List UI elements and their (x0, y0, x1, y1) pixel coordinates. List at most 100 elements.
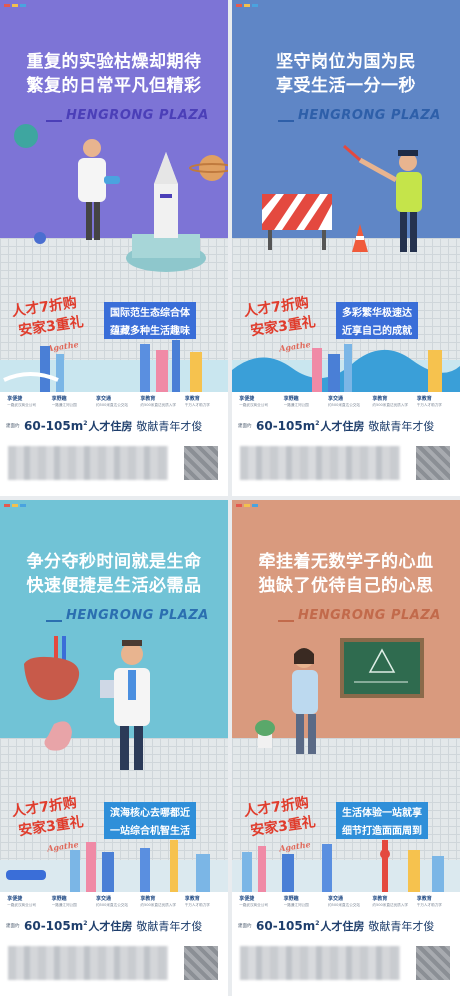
area-slogan: 敬献青年才俊 (136, 920, 203, 933)
small-planet-icon (34, 232, 46, 244)
area-label: 建面约 (238, 923, 252, 929)
brand-line (278, 120, 294, 122)
corner-marks (236, 504, 258, 507)
contact-footer (232, 936, 460, 996)
feature-tag-1: 国际范生态综合体 (104, 302, 196, 321)
area-product: 人才住房 (320, 920, 365, 933)
feature-tag-1: 多彩繁华极速达 (336, 302, 418, 321)
benefit-item: 享便捷 一路武汉商业公司 (239, 396, 268, 407)
traffic-police-figure-icon (343, 144, 422, 252)
doctor-figure-icon (100, 640, 150, 770)
feature-tag-2: 一站综合机智生活 (104, 820, 196, 839)
corner-marks (236, 4, 258, 7)
benefit-item: 享交通 约500米直达公交站 (327, 896, 360, 907)
organ-model-icon (24, 636, 80, 751)
scene-illustration (24, 636, 150, 770)
corner-marks (4, 4, 26, 7)
brand-name: HENGRONG PLAZA (298, 608, 441, 623)
headline-line-1: 坚守岗位为国为民 (276, 52, 416, 72)
corner-marks (4, 504, 26, 507)
area-product: 人才住房 (320, 420, 365, 433)
contact-footer (0, 936, 228, 996)
scientist-figure-icon (78, 139, 120, 240)
brand-name: HENGRONG PLAZA (298, 108, 441, 123)
blurred-info (8, 946, 168, 980)
area-range: 60-105m2 (24, 919, 88, 933)
benefits-row: 享便捷 一路武汉商业公司 享野趣 一路通江河公园 享交通 约500米直达公交站 享教育… (0, 392, 228, 416)
qr-code-icon (184, 946, 218, 980)
area-row: 建面约 60-105m2 人才住房 敬献青年才俊 (232, 916, 460, 936)
headline-line-2: 独缺了优待自己的心思 (258, 576, 434, 596)
feature-tag-2: 细节打造面面周到 (336, 820, 428, 839)
contact-footer (0, 436, 228, 496)
area-slogan: 敬献青年才俊 (368, 920, 435, 933)
brand-name: HENGRONG PLAZA (66, 108, 209, 123)
city-skyline (0, 340, 228, 392)
headline-line-1: 争分夺秒时间就是生命 (26, 552, 202, 572)
qr-code-icon (184, 446, 218, 480)
blurred-info (240, 446, 400, 480)
teacher-figure-icon (292, 648, 318, 754)
benefits-row: 享便捷 一路武汉商业公司 享野趣 一路通江河公园 享交通 约500米直达公交站 享教育… (232, 892, 460, 916)
qr-code-icon (416, 446, 450, 480)
scene-illustration (262, 144, 422, 252)
benefit-item: 享教育 千万人才助力学 (416, 396, 442, 407)
feature-tag-2: 蕴藏多种生活趣味 (104, 320, 196, 339)
headline: 坚守岗位为国为民 享受生活一分一秒 (232, 50, 460, 98)
area-label: 建面约 (238, 423, 252, 429)
benefits-row: 享便捷 一路武汉商业公司 享野趣 一路通江河公园 享交通 约500米直达公交站 享教育… (232, 392, 460, 416)
traffic-cone-icon (352, 224, 368, 252)
benefit-item: 享教育 约500米直达优质入学 (140, 396, 176, 407)
poster-teacher: 牵挂着无数学子的心血 独缺了优待自己的心思 HENGRONG PLAZA 人才7… (232, 500, 460, 996)
area-label: 建面约 (6, 423, 20, 429)
benefit-item: 享教育 千万人才助力学 (184, 396, 210, 407)
benefit-item: 享交通 约500米直达公交站 (95, 896, 128, 907)
benefit-item: 享便捷 一路武汉商业公司 (7, 896, 36, 907)
scene-illustration (255, 638, 424, 754)
benefit-item: 享野趣 一路通江河公园 (283, 896, 309, 907)
area-row: 建面约 60-105m2 人才住房 敬献青年才俊 (0, 916, 228, 936)
benefit-item: 享野趣 一路通江河公园 (283, 396, 309, 407)
area-range: 60-105m2 (24, 419, 88, 433)
area-product: 人才住房 (88, 920, 133, 933)
benefit-item: 享野趣 一路通江河公园 (51, 396, 77, 407)
blurred-info (8, 446, 168, 480)
poster-police: 坚守岗位为国为民 享受生活一分一秒 HENGRONG PLAZA 人才7折购 安… (232, 0, 460, 496)
area-row: 建面约 60-105m2 人才住房 敬献青年才俊 (232, 416, 460, 436)
benefit-item: 享便捷 一路武汉商业公司 (7, 396, 36, 407)
area-range: 60-105m2 (256, 419, 320, 433)
brand-line (46, 120, 62, 122)
benefit-item: 享教育 约500米直达优质入学 (140, 896, 176, 907)
area-range: 60-105m2 (256, 919, 320, 933)
area-label: 建面约 (6, 923, 20, 929)
feature-tag-1: 生活体验一站就享 (336, 802, 428, 821)
headline: 争分夺秒时间就是生命 快速便捷是生活必需品 (0, 550, 228, 598)
benefit-item: 享教育 千万人才助力学 (184, 896, 210, 907)
benefit-item: 享教育 千万人才助力学 (416, 896, 442, 907)
benefit-item: 享交通 约500米直达公交站 (327, 396, 360, 407)
brand-line (46, 620, 62, 622)
planet-icon (199, 155, 225, 181)
headline-line-1: 牵挂着无数学子的心血 (258, 552, 434, 572)
feature-tag-2: 近享自己的成就 (336, 320, 418, 339)
chalkboard-icon (340, 638, 424, 698)
benefits-row: 享便捷 一路武汉商业公司 享野趣 一路通江河公园 享交通 约500米直达公交站 享教育… (0, 892, 228, 916)
blurred-info (240, 946, 400, 980)
headline-line-2: 快速便捷是生活必需品 (26, 576, 202, 596)
benefit-item: 享教育 约500米直达优质入学 (372, 396, 408, 407)
benefit-item: 享交通 约500米直达公交站 (95, 396, 128, 407)
headline: 重复的实验枯燥却期待 繁复的日常平凡但精彩 (0, 50, 228, 98)
headline-line-2: 享受生活一分一秒 (276, 76, 416, 96)
benefit-item: 享便捷 一路武汉商业公司 (239, 896, 268, 907)
poster-doctor: 争分夺秒时间就是生命 快速便捷是生活必需品 HENGRONG PLAZA 人才7… (0, 500, 228, 996)
feature-tag-1: 滨海核心去哪都近 (104, 802, 196, 821)
roadblock-icon (262, 194, 332, 250)
contact-footer (232, 436, 460, 496)
area-slogan: 敬献青年才俊 (368, 420, 435, 433)
scene-illustration (14, 124, 228, 272)
headline-line-1: 重复的实验枯燥却期待 (26, 52, 202, 72)
poster-scientist: 重复的实验枯燥却期待 繁复的日常平凡但精彩 HENGRONG PLAZA 人才7… (0, 0, 228, 496)
poster-grid: 重复的实验枯燥却期待 繁复的日常平凡但精彩 HENGRONG PLAZA 人才7… (0, 0, 460, 996)
area-product: 人才住房 (88, 420, 133, 433)
area-slogan: 敬献青年才俊 (136, 420, 203, 433)
